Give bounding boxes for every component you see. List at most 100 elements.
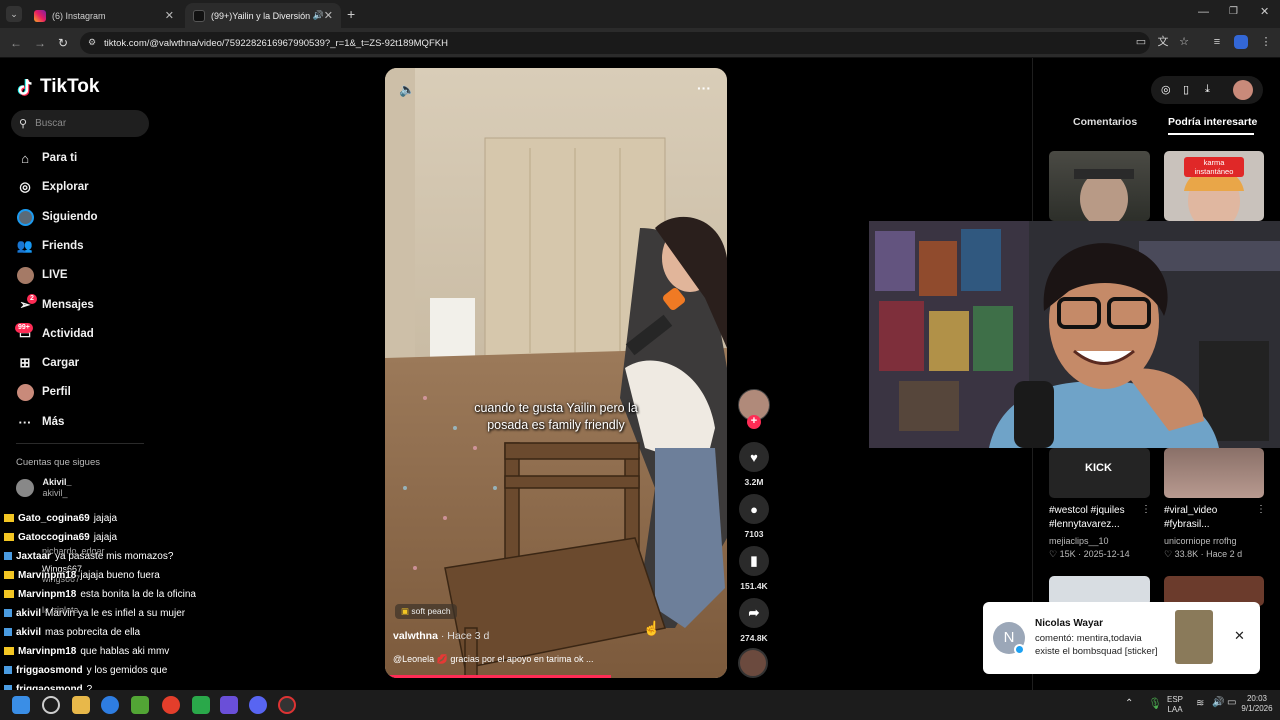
music-tag[interactable]: ▣ soft peach xyxy=(395,604,457,619)
nav-explore[interactable]: ◎ Explorar xyxy=(16,176,88,198)
tab-list-icon[interactable]: ⌄ xyxy=(6,6,22,22)
back-icon[interactable]: ← xyxy=(10,36,22,50)
suggested-video-thumb[interactable] xyxy=(1164,448,1264,498)
divider xyxy=(16,443,144,444)
comment-button[interactable]: ● 7103 xyxy=(737,494,771,539)
crown-badge-icon xyxy=(4,514,14,523)
suggested-video-thumb[interactable]: karma instantáneo xyxy=(1164,151,1264,221)
share-count: 274.8K xyxy=(740,633,768,643)
discord-icon[interactable] xyxy=(249,696,267,714)
card-date: Hace 2 d xyxy=(1206,549,1243,559)
suggested-video-thumb[interactable]: KICK xyxy=(1049,448,1150,498)
music-tag-label: soft peach xyxy=(411,606,451,616)
forward-icon[interactable]: → xyxy=(34,36,46,50)
site-info-icon[interactable]: ⚙ xyxy=(88,37,96,48)
more-options-icon[interactable]: ··· xyxy=(697,80,711,96)
following-account[interactable]: Akivil_ akivil_ xyxy=(16,477,72,499)
chat-text: ya pasaste mis momazos? xyxy=(55,551,174,562)
download-icon[interactable]: ⤓ xyxy=(1205,83,1210,96)
nav-label: Para ti xyxy=(42,152,78,164)
video-description: @Leonela 💋 gracias por el apoyo en tarim… xyxy=(393,654,594,664)
card-stats: ♡ 33.8K · Hace 2 d xyxy=(1164,549,1243,559)
menu-dots-icon[interactable]: ⋮ xyxy=(1259,35,1273,49)
cast-icon[interactable]: ▭ xyxy=(1134,35,1148,49)
nav-label: Friends xyxy=(42,240,84,252)
reload-icon[interactable]: ↻ xyxy=(58,36,68,50)
tab-instagram[interactable]: (6) Instagram ✕ xyxy=(26,3,182,28)
new-tab-icon[interactable]: + xyxy=(347,6,355,22)
clock[interactable]: 20:03 9/1/2026 xyxy=(1238,694,1276,714)
file-explorer-icon[interactable] xyxy=(72,696,90,714)
nav-profile[interactable]: Perfil xyxy=(16,381,71,403)
home-icon: ⌂ xyxy=(21,150,29,166)
like-button[interactable]: ♥ 3.2M xyxy=(737,442,771,487)
window-close-icon[interactable]: ✕ xyxy=(1260,5,1269,18)
search-input[interactable]: ⚲ Buscar xyxy=(11,110,149,137)
card-title[interactable]: #viral_video #fybrasil... xyxy=(1164,504,1217,532)
phone-icon[interactable]: ▯ xyxy=(1183,83,1189,96)
nav-label: LIVE xyxy=(42,269,68,281)
tab-comments[interactable]: Comentarios xyxy=(1073,116,1137,128)
close-icon[interactable]: ✕ xyxy=(165,9,174,22)
chat-username: akivil xyxy=(16,608,42,619)
follow-plus-icon[interactable]: + xyxy=(747,415,761,429)
language-indicator[interactable]: ESP LAA xyxy=(1167,695,1183,715)
profile-avatar[interactable] xyxy=(1233,80,1253,100)
active-tab-indicator xyxy=(1168,133,1254,135)
bookmark-star-icon[interactable]: ☆ xyxy=(1177,35,1191,49)
url-field[interactable]: ⚙ tiktok.com/@valwthna/video/75922826169… xyxy=(80,32,1150,54)
nav-friends[interactable]: 👥 Friends xyxy=(16,235,84,257)
volume-icon[interactable]: 🔈 xyxy=(399,82,415,98)
volume-icon[interactable]: 🔊 xyxy=(1212,697,1224,708)
card-more-icon[interactable]: ⋮ xyxy=(1141,504,1151,515)
video-author[interactable]: valwthna · Hace 3 d xyxy=(393,630,489,642)
verified-dot-icon xyxy=(1014,644,1025,655)
wifi-icon[interactable]: ≋ xyxy=(1196,698,1204,709)
suggested-video-thumb[interactable] xyxy=(1049,151,1150,221)
share-button[interactable]: ➦ 274.8K xyxy=(737,598,771,643)
nav-more[interactable]: ··· Más xyxy=(16,411,65,433)
card-more-icon[interactable]: ⋮ xyxy=(1256,504,1266,515)
tab-tiktok[interactable]: (99+)Yailin y la Diversión Fa 🔊 ✕ xyxy=(185,3,341,28)
translate-icon[interactable]: 文 xyxy=(1156,35,1170,49)
notif-text: comentó: mentira,todavia existe el bombs… xyxy=(1035,632,1158,658)
save-button[interactable]: ▮ 151.4K xyxy=(737,546,771,591)
right-toolbar: ◎ ▯ ⤓ xyxy=(1151,76,1263,104)
chrome-icon[interactable] xyxy=(162,696,180,714)
video-player[interactable]: 🔈 ··· cuando te gusta Yailin pero la pos… xyxy=(385,68,727,678)
windows-start-icon[interactable] xyxy=(12,696,30,714)
extension-icon[interactable] xyxy=(1234,35,1248,49)
compass-icon[interactable]: ◎ xyxy=(1161,83,1171,96)
nav-for-you[interactable]: ⌂ Para ti xyxy=(16,147,77,169)
music-disc-avatar[interactable] xyxy=(738,648,768,678)
media-icon[interactable]: ≡ xyxy=(1210,35,1224,49)
tab-suggestions[interactable]: Podría interesarte xyxy=(1168,116,1257,128)
app-icon[interactable] xyxy=(220,696,238,714)
card-title[interactable]: #westcol #jquiles #lennytavarez... xyxy=(1049,504,1125,532)
chat-message: Jaxtaar ya pasaste mis momazos? xyxy=(4,551,173,562)
app-icon[interactable] xyxy=(192,696,210,714)
comment-notification[interactable]: N Nicolas Wayar comentó: mentira,todavia… xyxy=(983,602,1260,674)
card-author[interactable]: unicorniope rrofhg xyxy=(1164,536,1237,546)
tray-chevron-icon[interactable]: ⌃ xyxy=(1125,698,1133,709)
card-author[interactable]: mejiaclips__10 xyxy=(1049,536,1109,546)
post-time: · Hace 3 d xyxy=(440,630,490,642)
battery-icon[interactable]: ▭ xyxy=(1227,697,1236,708)
speaker-icon[interactable]: 🔊 xyxy=(313,10,324,21)
microphone-icon[interactable]: 🎙 xyxy=(1148,697,1162,710)
close-icon[interactable]: ✕ xyxy=(324,9,333,22)
minimize-icon[interactable]: — xyxy=(1198,6,1209,18)
obs-icon[interactable] xyxy=(278,696,296,714)
minecraft-icon[interactable] xyxy=(131,696,149,714)
restore-icon[interactable]: ❐ xyxy=(1229,6,1238,17)
close-icon[interactable]: ✕ xyxy=(1234,628,1245,644)
tiktok-logo[interactable]: TikTok xyxy=(16,76,99,98)
nav-upload[interactable]: ⊞ Cargar xyxy=(16,352,80,374)
chat-username: Jaxtaar xyxy=(16,551,52,562)
nav-live[interactable]: LIVE xyxy=(16,264,68,286)
chat-username: akivil xyxy=(16,627,42,638)
nav-following[interactable]: Siguiendo xyxy=(16,206,98,228)
search-icon[interactable] xyxy=(42,696,60,714)
video-progress-bar[interactable] xyxy=(385,675,611,678)
edge-icon[interactable] xyxy=(101,696,119,714)
